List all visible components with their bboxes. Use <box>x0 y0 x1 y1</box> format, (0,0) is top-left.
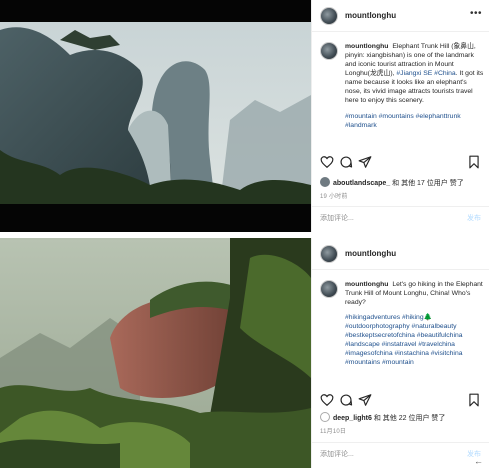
caption-text-block: mountlonghu Let's go hiking in the Eleph… <box>345 280 485 367</box>
likes-summary: deep_light6 和 其他 22 位用户 赞了 <box>320 412 445 423</box>
liker-username[interactable]: aboutlandscape_ <box>333 180 390 187</box>
caption-avatar[interactable] <box>320 280 338 298</box>
caption-avatar[interactable] <box>320 42 338 60</box>
bookmark-icon[interactable] <box>467 155 481 169</box>
comment-input[interactable]: 添加评论... <box>320 449 354 459</box>
post-actions <box>312 393 489 411</box>
comment-input[interactable]: 添加评论... <box>320 213 354 223</box>
post-header: mountlonghu ••• <box>312 0 489 32</box>
paper-plane-icon[interactable] <box>358 155 372 169</box>
post-username[interactable]: mountlonghu <box>345 11 396 20</box>
photo-landscape <box>0 0 311 232</box>
post-comment-button[interactable]: 发布 <box>467 213 481 223</box>
post-side-panel: mountlonghu ••• mountlonghu Elephant Tru… <box>311 0 489 232</box>
post-header: mountlonghu <box>312 238 489 270</box>
heart-icon[interactable] <box>320 393 334 407</box>
caption-username[interactable]: mountlonghu <box>345 281 388 288</box>
back-arrow-icon[interactable]: ← <box>474 456 483 466</box>
paper-plane-icon[interactable] <box>358 393 372 407</box>
caption-text-block: mountlonghu Elephant Trunk Hill (象鼻山, pi… <box>345 42 485 130</box>
heart-icon[interactable] <box>320 155 334 169</box>
liker-avatar[interactable] <box>320 177 330 187</box>
post-timestamp[interactable]: 19 小时前 <box>320 191 348 200</box>
liker-username[interactable]: deep_light6 <box>333 415 372 422</box>
caption-inline-tags[interactable]: #Jiangxi SE #China <box>396 70 455 77</box>
post-timestamp[interactable]: 11月10日 <box>320 426 346 435</box>
caption-hashtags[interactable]: #mountain #mountains #elephanttrunk #lan… <box>345 113 461 129</box>
caption-username[interactable]: mountlonghu <box>345 43 388 50</box>
instagram-post: mountlonghu mountlonghu Let's go hiking … <box>0 238 489 468</box>
more-options-icon[interactable]: ••• <box>470 8 482 19</box>
post-photo-elephant-trunk-hill[interactable] <box>0 0 311 232</box>
speech-bubble-icon[interactable] <box>339 155 353 169</box>
comment-box: 添加评论... 发布 <box>312 206 489 228</box>
post-photo-hiking[interactable] <box>0 238 311 468</box>
liker-avatar[interactable] <box>320 412 330 422</box>
comment-box: 添加评论... 发布 <box>312 442 489 464</box>
user-avatar[interactable] <box>320 245 338 263</box>
post-side-panel: mountlonghu mountlonghu Let's go hiking … <box>311 238 489 468</box>
speech-bubble-icon[interactable] <box>339 393 353 407</box>
post-username[interactable]: mountlonghu <box>345 249 396 258</box>
instagram-post: mountlonghu ••• mountlonghu Elephant Tru… <box>0 0 489 232</box>
user-avatar[interactable] <box>320 7 338 25</box>
likes-summary: aboutlandscape_ 和 其他 17 位用户 赞了 <box>320 177 464 188</box>
caption-hashtags[interactable]: #hikingadventures #hiking🌲 #outdoorphoto… <box>345 314 463 366</box>
bookmark-icon[interactable] <box>467 393 481 407</box>
likes-count-text[interactable]: 和 其他 17 位用户 赞了 <box>390 180 464 187</box>
post-actions <box>312 155 489 173</box>
photo-landscape <box>0 238 311 468</box>
likes-count-text[interactable]: 和 其他 22 位用户 赞了 <box>372 415 446 422</box>
